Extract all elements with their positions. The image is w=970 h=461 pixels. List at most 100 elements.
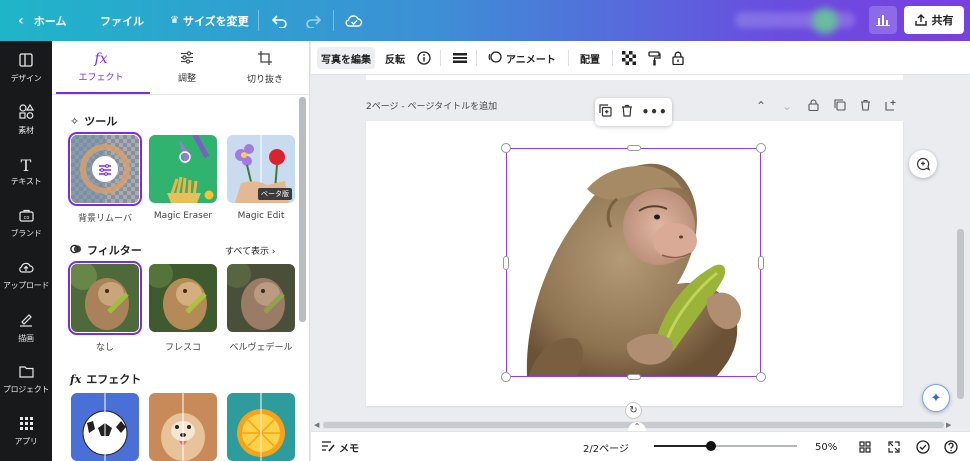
lock-icon[interactable] (668, 47, 688, 69)
trash-icon[interactable] (621, 104, 633, 120)
bar-chart-icon (876, 15, 890, 26)
file-menu-button[interactable]: ファイル (100, 0, 144, 41)
rail-item-projects[interactable]: プロジェクト (0, 358, 52, 402)
draw-icon (19, 313, 33, 330)
page-down-icon[interactable]: ⌄ (782, 99, 792, 113)
scroll-left-icon[interactable]: ◀ (314, 421, 319, 429)
undo-icon[interactable] (267, 0, 293, 41)
tool-magic-eraser[interactable] (149, 135, 217, 203)
zoom-slider-knob[interactable] (706, 441, 716, 451)
rail-item-elements[interactable]: 素材 (0, 98, 52, 142)
page-title[interactable]: 2ページ - ページタイトルを追加 (366, 99, 497, 112)
share-button[interactable]: 共有 (904, 6, 964, 34)
add-page-icon[interactable] (885, 99, 897, 114)
position-button[interactable]: 配置 (576, 47, 604, 69)
rotate-icon[interactable]: ↻ (625, 402, 642, 419)
notes-button[interactable]: メモ (321, 432, 359, 461)
rail-item-apps[interactable]: アプリ (0, 410, 52, 454)
tab-crop[interactable]: 切り抜き (222, 41, 308, 94)
tool-magic-edit-label: Magic Edit (237, 211, 285, 221)
effect-orange[interactable] (227, 393, 295, 461)
rail-item-draw[interactable]: 描画 (0, 306, 52, 350)
cloud-saved-icon[interactable] (341, 0, 367, 41)
border-style-icon[interactable] (448, 47, 472, 69)
scroll-right-icon[interactable]: ▶ (946, 421, 951, 429)
filter-belvedere[interactable] (227, 264, 295, 332)
paint-roller-icon[interactable] (644, 47, 665, 69)
more-options-icon[interactable]: ••• (642, 105, 668, 119)
resize-handle-bl[interactable] (501, 372, 511, 382)
sliders-icon (180, 51, 194, 67)
delete-page-icon[interactable] (860, 99, 871, 114)
selection-box (506, 148, 761, 377)
tool-bg-remover[interactable] (68, 132, 142, 206)
filter-fresco[interactable] (149, 264, 217, 332)
context-toolbar: 写真を編集 反転 アニメート 配置 (311, 41, 970, 75)
resize-handle-tl[interactable] (501, 143, 511, 153)
fx-icon: fx (94, 51, 108, 67)
duplicate-page-icon[interactable] (834, 99, 846, 114)
zoom-level[interactable]: 50% (815, 432, 837, 461)
canvas-scrollbar[interactable] (957, 229, 964, 399)
page-up-icon[interactable]: ⌃ (756, 99, 766, 113)
rail-item-text[interactable]: T テキスト (0, 150, 52, 194)
chevron-right-icon: › (271, 247, 276, 257)
check-circle-icon[interactable] (916, 432, 930, 461)
share-label: 共有 (931, 14, 954, 27)
notes-icon (321, 440, 335, 455)
info-icon[interactable] (413, 47, 435, 69)
home-button[interactable]: ‹ ホーム (18, 0, 66, 41)
edit-photo-button[interactable]: 写真を編集 (317, 47, 375, 69)
resize-handle-tr[interactable] (756, 143, 766, 153)
filter-icon (70, 243, 82, 258)
resize-handle-br[interactable] (756, 372, 766, 382)
fullscreen-icon[interactable] (888, 432, 900, 461)
apps-icon (19, 417, 33, 433)
rail-item-design[interactable]: デザイン (0, 46, 52, 90)
grid-view-icon[interactable] (859, 432, 871, 461)
text-icon: T (20, 155, 32, 175)
left-rail: デザイン 素材 T テキスト co ブランド アップロード 描画 プロジェクト (0, 41, 52, 461)
tab-effects[interactable]: fx エフェクト (58, 41, 144, 94)
resize-handle-top[interactable] (627, 145, 641, 151)
avatar[interactable] (812, 8, 838, 34)
effect-dog[interactable] (149, 393, 217, 461)
tool-magic-eraser-label: Magic Eraser (153, 211, 213, 221)
animate-button[interactable]: アニメート (484, 47, 560, 69)
flip-button[interactable]: 反転 (381, 47, 409, 69)
resize-handle-right[interactable] (758, 256, 764, 270)
share-icon (914, 14, 927, 26)
resize-handle-left[interactable] (503, 256, 509, 270)
divider (258, 10, 259, 31)
zoom-slider-fill (654, 445, 711, 447)
element-floating-toolbar: ••• (595, 98, 672, 126)
rail-item-uploads[interactable]: アップロード (0, 254, 52, 298)
filters-heading: フィルター (70, 242, 142, 258)
resize-button[interactable]: ♛ サイズを変更 (170, 0, 249, 41)
filter-none[interactable] (68, 261, 142, 335)
help-icon[interactable] (944, 432, 958, 461)
folder-icon (18, 365, 34, 381)
filters-see-all-link[interactable]: すべて表示 › (225, 244, 276, 257)
home-label: ホーム (33, 14, 67, 28)
tool-bg-remover-label: 背景リムーバ (78, 214, 132, 224)
file-label: ファイル (100, 14, 144, 28)
bottom-bar: メモ 2/2ページ 50% (311, 431, 970, 461)
magic-assistant-icon[interactable]: ✦ (922, 384, 950, 412)
transparency-icon[interactable] (618, 47, 640, 69)
redo-icon[interactable] (300, 0, 326, 41)
tab-adjust[interactable]: 調整 (144, 41, 230, 94)
resize-handle-bottom[interactable] (627, 374, 641, 380)
divider (52, 94, 309, 95)
rail-item-brand[interactable]: co ブランド (0, 202, 52, 246)
insights-button[interactable] (869, 6, 897, 34)
add-comment-icon[interactable] (909, 150, 937, 178)
page-counter[interactable]: 2/2ページ (583, 432, 629, 461)
panel-scrollbar[interactable] (299, 97, 306, 322)
svg-text:co: co (23, 215, 29, 221)
duplicate-icon[interactable] (599, 104, 612, 120)
page-lock-icon[interactable] (808, 99, 819, 114)
effect-soccer[interactable] (71, 393, 139, 461)
tool-magic-edit[interactable]: ベータ版 (227, 135, 295, 203)
resize-label: サイズを変更 (182, 14, 249, 28)
